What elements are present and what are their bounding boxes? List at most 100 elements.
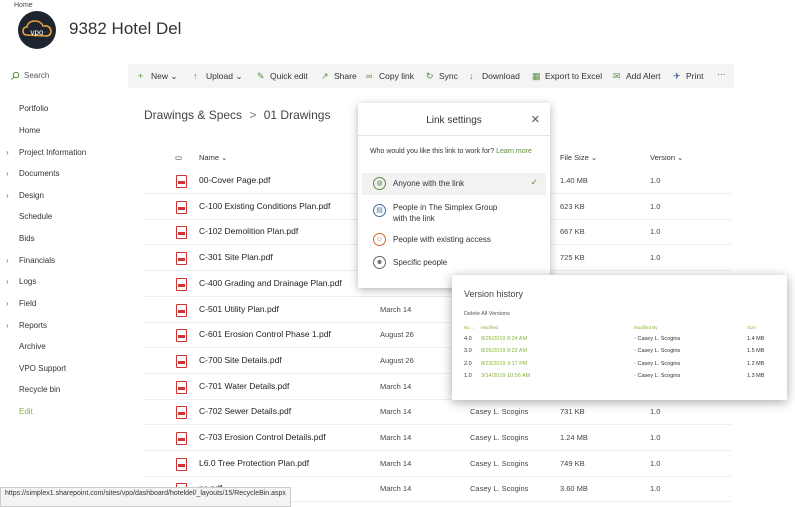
link-settings-panel: Link settings ✕ Who would you like this … [358, 103, 550, 288]
version-date-link[interactable]: 3/14/2019 10:56 AM [481, 373, 530, 379]
search-input[interactable]: Search [24, 71, 49, 80]
table-row[interactable]: C-702 Sewer Details.pdf March 14 Casey L. … [144, 399, 731, 426]
more-icon[interactable]: ··· [717, 69, 726, 79]
version-row: 3.0 8/26/2019 8:22 AM ▫ Casey L. Scogins 1.… [452, 348, 787, 360]
version-cell: 1.0 [650, 458, 661, 468]
sync-button[interactable]: ↻ Sync [426, 71, 458, 82]
svg-text:vpo: vpo [31, 28, 44, 37]
version-author: ▫ Casey L. Scogins [634, 348, 681, 355]
vh-header-modified-by[interactable]: Modified By [634, 325, 658, 330]
alert-icon: ✉ [613, 71, 621, 81]
nav-archive[interactable]: Archive [19, 342, 46, 351]
file-name-link[interactable]: C-703 Erosion Control Details.pdf [199, 432, 326, 442]
copy-link-button[interactable]: ∞ Copy link [366, 71, 414, 81]
nav-home[interactable]: Home [19, 126, 40, 135]
file-name-link[interactable]: 00-Cover Page.pdf [199, 175, 270, 185]
file-name-link[interactable]: C-702 Sewer Details.pdf [199, 406, 291, 416]
option-existing-access[interactable]: ☺ People with existing access [362, 229, 546, 251]
nav-recycle-bin[interactable]: Recycle bin [19, 385, 60, 394]
table-row[interactable]: C-703 Erosion Control Details.pdf March 1… [144, 425, 731, 451]
chevron-right-icon: › [6, 256, 9, 265]
file-name-link[interactable]: C-700 Site Details.pdf [199, 355, 282, 365]
search-box[interactable]: Search [8, 69, 126, 83]
file-size-cell: 623 KB [560, 201, 585, 211]
file-name-link[interactable]: C-301 Site Plan.pdf [199, 252, 273, 262]
close-icon[interactable]: ✕ [531, 113, 540, 126]
file-name-link[interactable]: C-601 Erosion Control Phase 1.pdf [199, 329, 331, 339]
nav-field[interactable]: › Field [6, 299, 36, 308]
column-header-version[interactable]: Version ⌄ [650, 153, 683, 162]
modified-cell: August 26 [380, 330, 414, 340]
file-name-link[interactable]: C-400 Grading and Drainage Plan.pdf [199, 278, 342, 288]
breadcrumb-home[interactable]: Home [14, 2, 33, 9]
link-question: Who would you like this link to work for… [370, 148, 532, 155]
checkmark-icon: ✓ [530, 177, 538, 187]
file-name-link[interactable]: C-701 Water Details.pdf [199, 381, 289, 391]
chevron-down-icon: ⌄ [221, 153, 228, 162]
pencil-icon: ✎ [257, 71, 265, 81]
column-header-name[interactable]: Name ⌄ [199, 153, 227, 162]
modified-cell: March 14 [380, 381, 412, 391]
export-excel-button[interactable]: ▦ Export to Excel [532, 71, 602, 82]
file-name-link[interactable]: L6.0 Tree Protection Plan.pdf [199, 458, 309, 468]
version-size: 1.4 MB [747, 336, 765, 342]
add-alert-button[interactable]: ✉ Add Alert [613, 71, 661, 82]
vh-header-size[interactable]: Size [747, 325, 756, 330]
share-button[interactable]: ↗ Share [321, 71, 357, 82]
share-icon: ↗ [321, 71, 329, 81]
vh-header-no[interactable]: No. ↓ [464, 325, 475, 330]
nav-vpo-support[interactable]: VPO Support [19, 364, 66, 373]
vh-header-modified[interactable]: Modified [481, 325, 498, 330]
option-specific-people[interactable]: ☻ Specific people [362, 252, 546, 274]
version-date-link[interactable]: 8/26/2019 8:22 AM [481, 348, 527, 354]
file-type-header-icon[interactable]: ▭ [175, 153, 182, 162]
breadcrumb-parent[interactable]: Drawings & Specs [144, 108, 242, 122]
modified-cell: March 14 [380, 304, 412, 314]
version-date-link[interactable]: 8/23/2019 3:17 PM [481, 361, 527, 367]
file-name-link[interactable]: C-102 Demolition Plan.pdf [199, 226, 298, 236]
cloud-logo-icon: vpo [22, 20, 52, 37]
new-button[interactable]: + New ⌄ [138, 71, 178, 82]
upload-button[interactable]: ↑ Upload ⌄ [193, 71, 242, 82]
modified-by-cell: Casey L. Scogins [470, 484, 529, 494]
version-author: ▫ Casey L. Scogins [634, 336, 681, 342]
version-author: ▫ Casey L. Scogins [634, 360, 681, 367]
link-settings-title: Link settings [426, 115, 482, 126]
file-size-cell: 3.60 MB [560, 484, 588, 494]
nav-financials[interactable]: › Financials [6, 256, 55, 265]
nav-portfolio[interactable]: Portfolio [19, 104, 48, 113]
option-anyone-with-link[interactable]: ◍ Anyone with the link ✓ [362, 173, 546, 195]
version-cell: 1.0 [650, 433, 661, 442]
download-button[interactable]: ↓ Download [469, 71, 520, 81]
nav-project-information[interactable]: › Project Information [6, 148, 86, 157]
print-button[interactable]: ✈ Print [673, 71, 703, 82]
version-cell: 1.0 [650, 201, 661, 211]
nav-bids[interactable]: Bids [19, 234, 35, 243]
site-logo[interactable]: vpo [18, 11, 56, 49]
nav-logs[interactable]: › Logs [6, 277, 36, 286]
delete-all-versions-link[interactable]: Delete All Versions [464, 311, 510, 317]
nav-reports[interactable]: › Reports [6, 321, 47, 330]
file-name-link[interactable]: C-100 Existing Conditions Plan.pdf [199, 201, 330, 211]
column-header-file-size[interactable]: File Size ⌄ [560, 153, 597, 162]
nav-documents[interactable]: › Documents [6, 169, 59, 178]
version-size: 1.2 MB [747, 360, 765, 367]
option-people-in-group[interactable]: ▤ People in The Simplex Group with the l… [362, 200, 546, 226]
nav-edit-link[interactable]: Edit [19, 407, 33, 416]
chevron-down-icon: ⌄ [677, 153, 684, 162]
quick-edit-button[interactable]: ✎ Quick edit [257, 71, 308, 82]
file-size-cell: 731 KB [560, 407, 585, 417]
nav-schedule[interactable]: Schedule [19, 212, 52, 221]
version-date-link[interactable]: 8/26/2019 8:24 AM [481, 336, 527, 342]
sync-icon: ↻ [426, 71, 434, 81]
version-size: 1.3 MB [747, 372, 765, 379]
breadcrumb-current: 01 Drawings [263, 108, 331, 122]
file-size-cell: 1.40 MB [560, 176, 588, 185]
chevron-down-icon: ⌄ [590, 153, 598, 162]
nav-design[interactable]: › Design [6, 191, 44, 200]
learn-more-link[interactable]: Learn more [496, 148, 532, 155]
file-size-cell: 667 KB [560, 227, 585, 237]
person-status-icon: ▫ [634, 348, 636, 355]
file-name-link[interactable]: C-501 Utility Plan.pdf [199, 304, 279, 314]
table-row[interactable]: L6.0 Tree Protection Plan.pdf March 14 Cas… [144, 451, 731, 477]
